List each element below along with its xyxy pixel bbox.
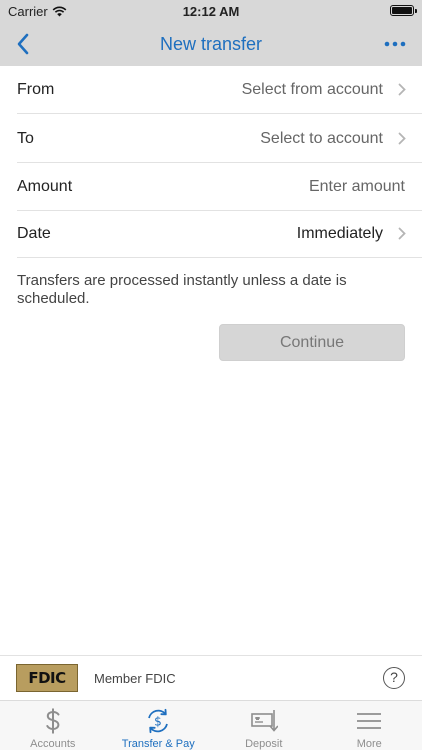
tab-more[interactable]: More: [317, 701, 422, 750]
tab-more-label: More: [356, 738, 382, 750]
from-label: From: [17, 80, 55, 98]
tab-deposit[interactable]: Deposit: [211, 701, 317, 750]
menu-icon: [357, 713, 382, 729]
member-fdic-text: Member FDIC: [94, 671, 176, 686]
fdic-logo-text: FDIC: [28, 669, 66, 687]
ellipsis-icon: [384, 41, 406, 47]
chevron-right-icon: [391, 83, 413, 96]
svg-text:$: $: [154, 715, 162, 729]
status-time: 12:12 AM: [182, 4, 240, 19]
date-label: Date: [17, 224, 51, 242]
tab-deposit-label: Deposit: [245, 738, 283, 750]
amount-input[interactable]: Enter amount: [309, 178, 405, 196]
amount-label: Amount: [17, 177, 73, 195]
tab-accounts[interactable]: Accounts: [0, 701, 106, 750]
continue-button[interactable]: Continue: [219, 324, 405, 361]
page-title: New transfer: [159, 34, 263, 54]
deposit-check-icon: [250, 710, 278, 732]
chevron-right-icon: [391, 132, 413, 145]
help-icon[interactable]: ?: [383, 667, 405, 689]
battery-icon: [390, 5, 417, 16]
fdic-footer: FDIC Member FDIC ?: [0, 655, 422, 700]
nav-bar: New transfer: [0, 22, 422, 66]
dollar-icon: [46, 708, 60, 734]
date-value: Immediately: [296, 224, 383, 242]
fdic-logo: FDIC: [16, 664, 78, 692]
to-label: To: [17, 129, 34, 147]
from-account-row[interactable]: From Select from account: [17, 66, 422, 114]
status-bar: Carrier 12:12 AM: [0, 0, 422, 22]
from-account-value: Select from account: [241, 80, 383, 98]
tab-accounts-label: Accounts: [30, 738, 76, 750]
tab-bar: Accounts $ Transfer & Pay Deposit More: [0, 700, 422, 750]
to-account-value: Select to account: [260, 129, 383, 147]
more-options-button[interactable]: [380, 30, 410, 58]
date-row[interactable]: Date Immediately: [17, 210, 422, 258]
tab-transfer-pay-label: Transfer & Pay: [121, 738, 195, 750]
transfer-note: Transfers are processed instantly unless…: [17, 272, 347, 307]
transfer-dollar-icon: $: [148, 708, 169, 734]
tab-transfer-pay[interactable]: $ Transfer & Pay: [106, 701, 212, 750]
amount-row[interactable]: Amount Enter amount: [17, 163, 422, 211]
chevron-right-icon: [391, 227, 413, 240]
to-account-row[interactable]: To Select to account: [17, 115, 422, 163]
